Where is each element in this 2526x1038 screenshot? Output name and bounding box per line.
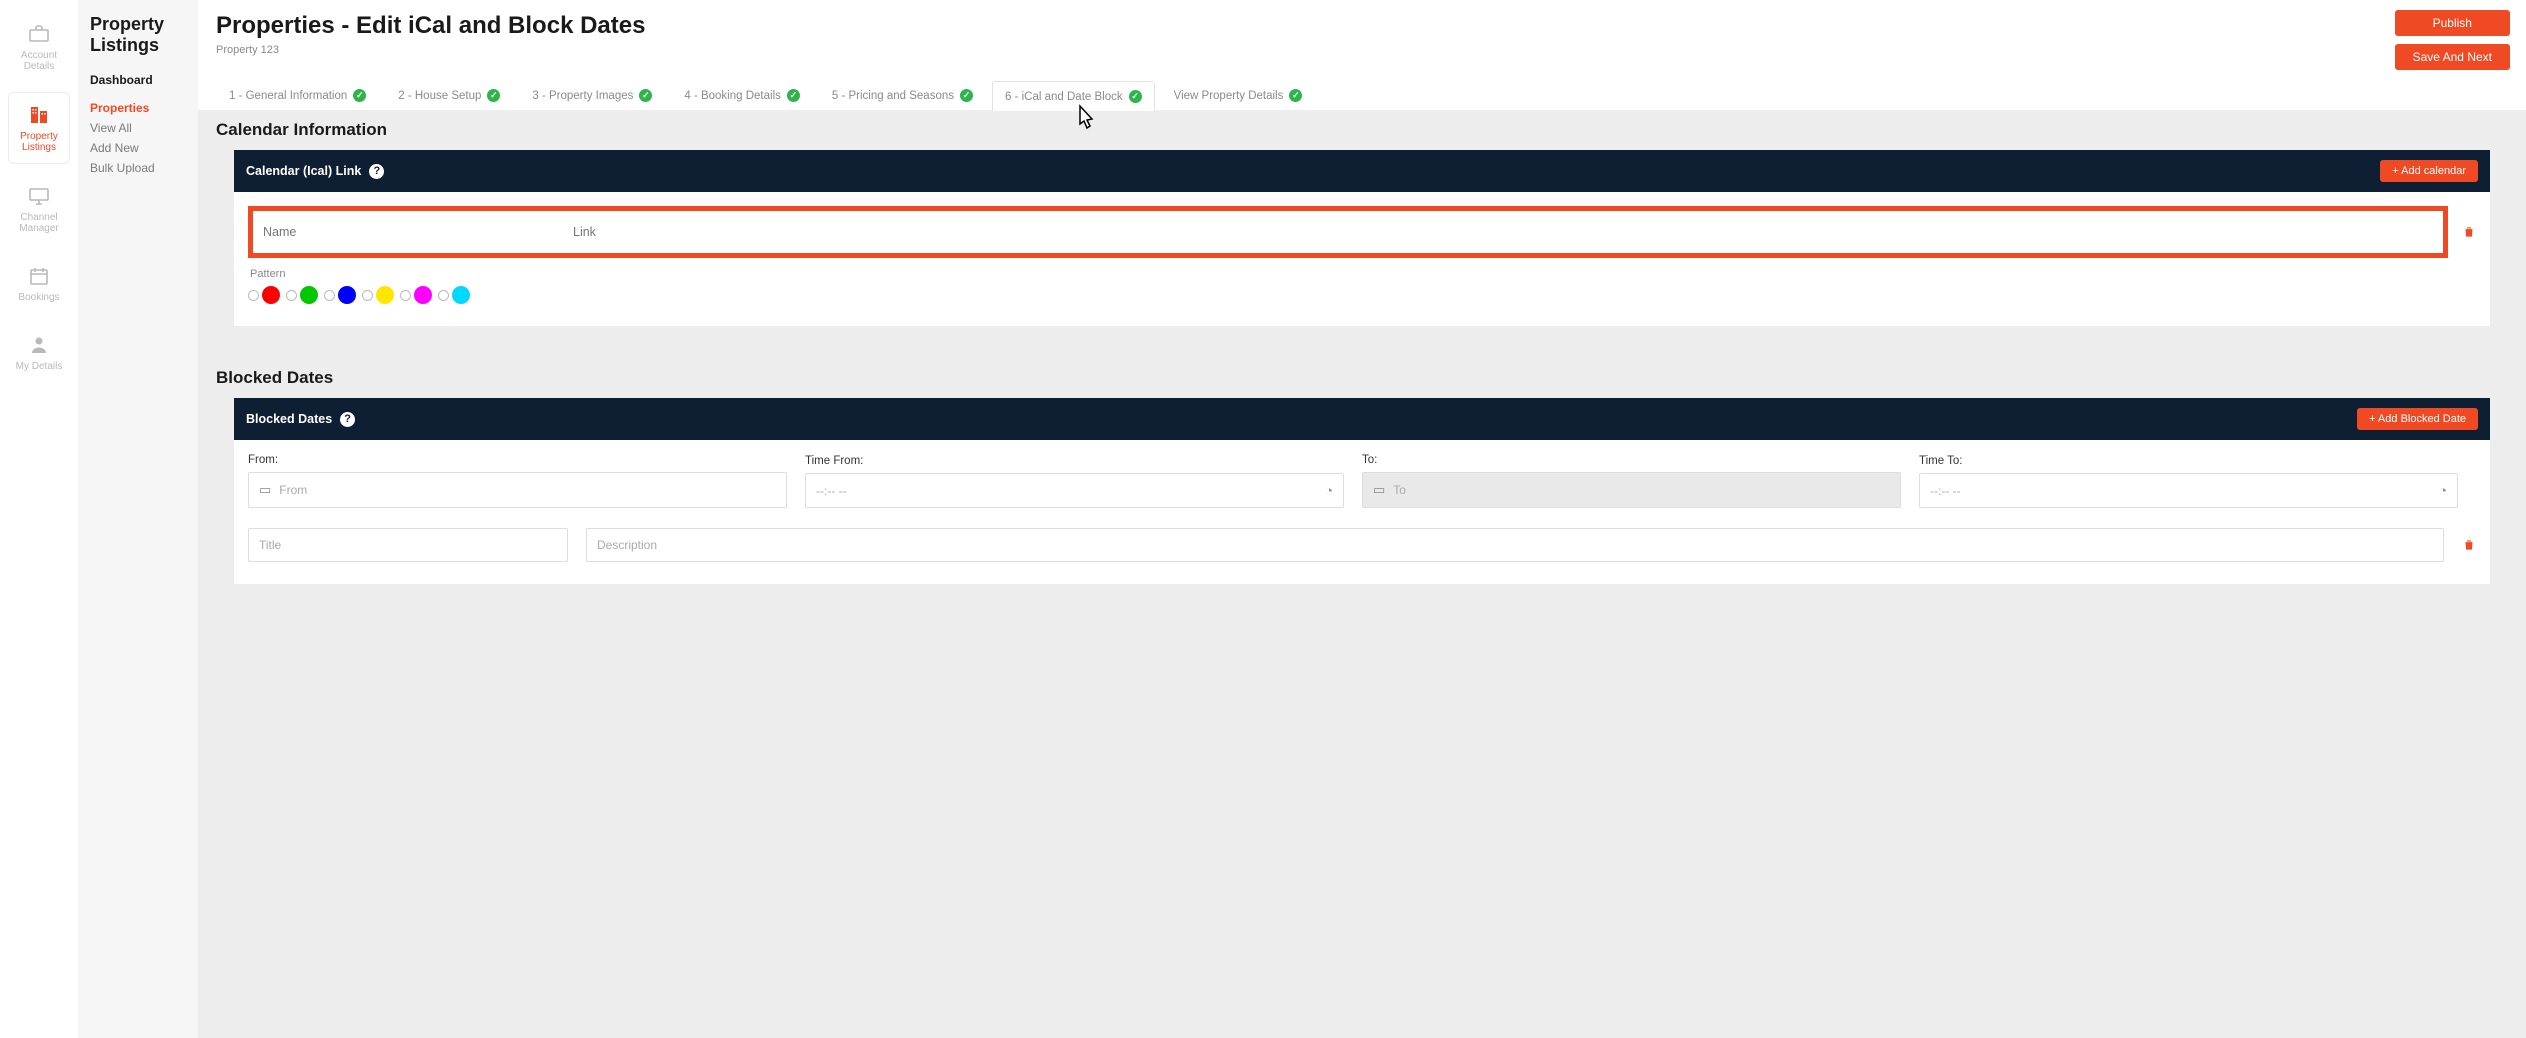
color-option[interactable] xyxy=(248,286,280,304)
tab-pricing-seasons[interactable]: 5 - Pricing and Seasons✓ xyxy=(819,80,986,110)
rail-my-details[interactable]: My Details xyxy=(8,323,70,382)
calendar-icon: ▭ xyxy=(259,482,271,498)
radio-icon xyxy=(362,290,373,301)
from-date-input[interactable]: ▭ From xyxy=(248,472,787,508)
time-to-label: Time To: xyxy=(1919,455,2458,467)
color-swatch xyxy=(452,286,470,304)
briefcase-icon xyxy=(25,22,53,46)
delete-calendar-button[interactable] xyxy=(2462,224,2476,240)
monitor-icon xyxy=(25,184,53,208)
rail-label: My Details xyxy=(16,361,63,372)
color-swatch xyxy=(376,286,394,304)
tab-ical-date-block[interactable]: 6 - iCal and Date Block✓ xyxy=(992,81,1155,111)
step-tabs: 1 - General Information✓ 2 - House Setup… xyxy=(216,80,2508,110)
breadcrumb: Property 123 xyxy=(216,44,2508,56)
check-icon: ✓ xyxy=(1289,89,1302,102)
blocked-title-input[interactable]: Title xyxy=(248,528,568,562)
tab-property-images[interactable]: 3 - Property Images✓ xyxy=(519,80,665,110)
rail-label: Bookings xyxy=(18,292,59,303)
from-label: From: xyxy=(248,454,787,466)
rail-property-listings[interactable]: Property Listings xyxy=(8,92,70,164)
radio-icon xyxy=(324,290,335,301)
rail-label: Channel Manager xyxy=(12,212,66,234)
color-option[interactable] xyxy=(324,286,356,304)
page-title: Properties - Edit iCal and Block Dates xyxy=(216,12,2508,40)
user-icon xyxy=(25,333,53,357)
publish-button[interactable]: Publish xyxy=(2395,10,2510,36)
blocked-bar-title: Blocked Dates xyxy=(246,412,332,426)
main: Publish Save And Next Properties - Edit … xyxy=(198,0,2526,1038)
tab-view-property-details[interactable]: View Property Details✓ xyxy=(1161,80,1316,110)
color-swatch xyxy=(300,286,318,304)
rail-channel-manager[interactable]: Channel Manager xyxy=(8,174,70,244)
sidebar: Property Listings Dashboard Properties V… xyxy=(78,0,198,1038)
calendar-icon: ▭ xyxy=(1373,482,1385,498)
add-blocked-date-button[interactable]: + Add Blocked Date xyxy=(2357,408,2478,430)
sidebar-properties[interactable]: Properties xyxy=(90,101,186,115)
check-icon: ✓ xyxy=(1129,90,1142,103)
icon-rail: Account Details Property Listings Channe… xyxy=(0,0,78,1038)
sidebar-add-new[interactable]: Add New xyxy=(90,141,186,155)
calendar-panel: Calendar (Ical) Link ? + Add calendar xyxy=(234,150,2490,326)
help-icon[interactable]: ? xyxy=(340,412,355,427)
rail-label: Account Details xyxy=(12,50,66,72)
blocked-bar: Blocked Dates ? + Add Blocked Date xyxy=(234,398,2490,440)
color-option[interactable] xyxy=(438,286,470,304)
check-icon: ✓ xyxy=(960,89,973,102)
check-icon: ✓ xyxy=(639,89,652,102)
sidebar-dashboard[interactable]: Dashboard xyxy=(90,73,186,87)
calendar-icon xyxy=(25,264,53,288)
calendar-bar-title: Calendar (Ical) Link xyxy=(246,164,361,178)
color-option[interactable] xyxy=(286,286,318,304)
tab-general-information[interactable]: 1 - General Information✓ xyxy=(216,80,379,110)
calendar-link-input[interactable] xyxy=(563,211,2443,253)
pattern-swatches xyxy=(248,286,2476,304)
clock-icon: ◔ xyxy=(1325,483,1333,498)
sidebar-view-all[interactable]: View All xyxy=(90,121,186,135)
calendar-heading: Calendar Information xyxy=(216,110,2508,150)
radio-icon xyxy=(248,290,259,301)
sidebar-bulk-upload[interactable]: Bulk Upload xyxy=(90,161,186,175)
help-icon[interactable]: ? xyxy=(369,164,384,179)
sidebar-title: Property Listings xyxy=(90,14,186,55)
color-swatch xyxy=(414,286,432,304)
tab-house-setup[interactable]: 2 - House Setup✓ xyxy=(385,80,513,110)
to-label: To: xyxy=(1362,454,1901,466)
color-option[interactable] xyxy=(362,286,394,304)
check-icon: ✓ xyxy=(487,89,500,102)
calendar-input-row xyxy=(248,206,2448,258)
time-from-input[interactable]: --:-- -- ◔ xyxy=(805,473,1344,508)
rail-bookings[interactable]: Bookings xyxy=(8,254,70,313)
radio-icon xyxy=(438,290,449,301)
save-next-button[interactable]: Save And Next xyxy=(2395,44,2510,70)
blocked-heading: Blocked Dates xyxy=(216,358,2508,398)
building-icon xyxy=(25,103,53,127)
color-swatch xyxy=(262,286,280,304)
to-date-input[interactable]: ▭ To xyxy=(1362,472,1901,508)
check-icon: ✓ xyxy=(353,89,366,102)
rail-label: Property Listings xyxy=(13,131,65,153)
rail-account-details[interactable]: Account Details xyxy=(8,12,70,82)
calendar-bar: Calendar (Ical) Link ? + Add calendar xyxy=(234,150,2490,192)
pattern-label: Pattern xyxy=(250,268,2476,280)
radio-icon xyxy=(286,290,297,301)
time-from-label: Time From: xyxy=(805,455,1344,467)
header: Publish Save And Next Properties - Edit … xyxy=(198,0,2526,110)
calendar-name-input[interactable] xyxy=(253,211,563,253)
blocked-description-input[interactable]: Description xyxy=(586,528,2444,562)
add-calendar-button[interactable]: + Add calendar xyxy=(2380,160,2478,182)
color-swatch xyxy=(338,286,356,304)
time-to-input[interactable]: --:-- -- ◔ xyxy=(1919,473,2458,508)
clock-icon: ◔ xyxy=(2439,483,2447,498)
blocked-panel: Blocked Dates ? + Add Blocked Date From:… xyxy=(234,398,2490,584)
radio-icon xyxy=(400,290,411,301)
tab-booking-details[interactable]: 4 - Booking Details✓ xyxy=(671,80,813,110)
check-icon: ✓ xyxy=(787,89,800,102)
delete-blocked-button[interactable] xyxy=(2462,537,2476,553)
color-option[interactable] xyxy=(400,286,432,304)
